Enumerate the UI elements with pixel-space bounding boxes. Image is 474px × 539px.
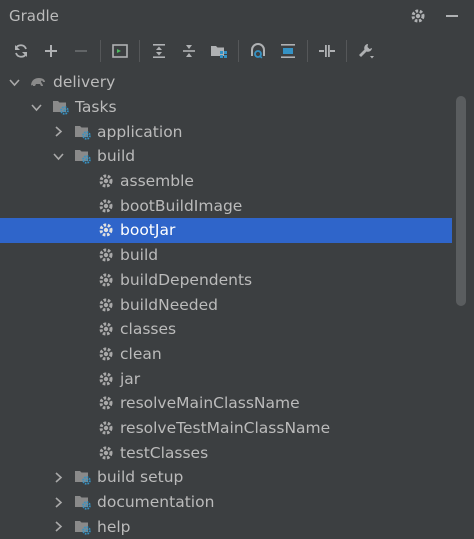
add-button[interactable]	[38, 38, 64, 64]
wrench-icon	[359, 44, 374, 59]
task-label: bootJar	[120, 221, 176, 240]
gear-icon	[97, 394, 115, 412]
task-label: testClasses	[120, 443, 209, 462]
task-label: buildDependents	[120, 270, 253, 289]
task-item-clean[interactable]: clean	[0, 342, 452, 367]
task-label: build	[120, 246, 159, 265]
task-item-classes[interactable]: classes	[0, 317, 452, 342]
gear-icon	[97, 296, 115, 314]
task-group-folder-icon	[74, 493, 92, 511]
task-label: resolveTestMainClassName	[120, 418, 331, 437]
chevron-right-icon[interactable]	[51, 125, 65, 139]
tool-window-header: Gradle	[0, 0, 474, 32]
task-item-jar[interactable]: jar	[0, 366, 452, 391]
task-label: bootBuildImage	[120, 196, 243, 215]
tree-node-group-help[interactable]: help	[0, 514, 452, 539]
chevron-right-icon[interactable]	[51, 470, 65, 484]
toolbar-separator	[139, 40, 140, 62]
tree-node-label: documentation	[97, 493, 215, 512]
remove-button[interactable]	[68, 38, 94, 64]
task-item-bootBuildImage[interactable]: bootBuildImage	[0, 193, 452, 218]
folder-grid-icon	[211, 46, 227, 58]
task-group-folder-icon	[74, 468, 92, 486]
toolbar	[0, 32, 474, 70]
tree-node-label: Tasks	[75, 98, 117, 117]
chevron-right-icon[interactable]	[51, 520, 65, 534]
gear-icon	[97, 345, 115, 363]
minus-icon	[75, 50, 87, 52]
task-item-build[interactable]: build	[0, 243, 452, 268]
toolbar-separator	[346, 40, 347, 62]
chevron-down-icon[interactable]	[51, 149, 65, 163]
collapse-all-button[interactable]	[176, 38, 202, 64]
tree-node-label: delivery	[53, 73, 116, 92]
tree-node-group-documentation[interactable]: documentation	[0, 490, 452, 515]
minus-icon[interactable]	[442, 6, 462, 26]
tree-node-label: build setup	[97, 468, 184, 487]
tree-node-tasks[interactable]: Tasks	[0, 95, 452, 120]
refresh-button[interactable]	[8, 38, 34, 64]
task-item-bootJar[interactable]: bootJar	[0, 218, 452, 243]
gear-icon	[97, 370, 115, 388]
build-settings-button[interactable]	[353, 38, 379, 64]
tasks-folder-icon	[52, 98, 70, 116]
tree-node-label: application	[97, 122, 183, 141]
chevron-down-icon[interactable]	[7, 75, 21, 89]
task-label: buildNeeded	[120, 295, 218, 314]
tree-node-label: help	[97, 517, 131, 536]
gear-icon	[97, 444, 115, 462]
gear-icon	[97, 271, 115, 289]
toolbar-separator	[100, 40, 101, 62]
collapse-icon	[183, 45, 195, 57]
task-label: resolveMainClassName	[120, 394, 300, 413]
gear-icon	[97, 221, 115, 239]
tree-node-group-build[interactable]: build	[0, 144, 452, 169]
vertical-scrollbar[interactable]	[456, 96, 466, 306]
task-group-folder-icon	[74, 518, 92, 536]
plus-icon	[45, 45, 57, 57]
analyze-dependencies-button[interactable]	[245, 38, 271, 64]
tree-node-group-application[interactable]: application	[0, 119, 452, 144]
task-item-buildDependents[interactable]: buildDependents	[0, 268, 452, 293]
execute-task-button[interactable]	[107, 38, 133, 64]
split-icon	[281, 44, 295, 58]
gear-icon	[97, 419, 115, 437]
chevron-right-icon[interactable]	[51, 495, 65, 509]
task-item-buildNeeded[interactable]: buildNeeded	[0, 292, 452, 317]
task-label: clean	[120, 344, 162, 363]
gear-icon	[97, 246, 115, 264]
task-label: assemble	[120, 172, 194, 191]
task-group-folder-icon	[74, 147, 92, 165]
task-item-resolveMainClassName[interactable]: resolveMainClassName	[0, 391, 452, 416]
chevron-down-icon[interactable]	[29, 100, 43, 114]
toolbar-separator	[238, 40, 239, 62]
group-modules-button[interactable]	[206, 38, 232, 64]
toolbar-separator	[307, 40, 308, 62]
gradle-elephant-icon	[29, 73, 47, 91]
dependencies-icon	[251, 43, 265, 59]
task-item-resolveTestMainClassName[interactable]: resolveTestMainClassName	[0, 416, 452, 441]
terminal-icon	[112, 44, 128, 58]
tree-node-label: build	[97, 147, 136, 166]
refresh-icon	[15, 44, 27, 58]
tool-window-title: Gradle	[9, 7, 59, 25]
gear-icon	[97, 320, 115, 338]
expand-icon	[153, 44, 165, 58]
gear-icon[interactable]	[408, 6, 428, 26]
task-label: classes	[120, 320, 177, 339]
toggle-offline-button[interactable]	[314, 38, 340, 64]
expand-all-button[interactable]	[146, 38, 172, 64]
task-item-testClasses[interactable]: testClasses	[0, 440, 452, 465]
show-dependencies-button[interactable]	[275, 38, 301, 64]
gear-icon	[97, 197, 115, 215]
task-label: jar	[120, 369, 141, 388]
tree-node-project[interactable]: delivery	[0, 70, 452, 95]
task-group-folder-icon	[74, 123, 92, 141]
tree-node-group-build-setup[interactable]: build setup	[0, 465, 452, 490]
gear-icon	[97, 172, 115, 190]
gradle-task-tree: delivery Tasks application build assembl…	[0, 70, 452, 539]
offline-icon	[319, 45, 335, 57]
task-item-assemble[interactable]: assemble	[0, 169, 452, 194]
